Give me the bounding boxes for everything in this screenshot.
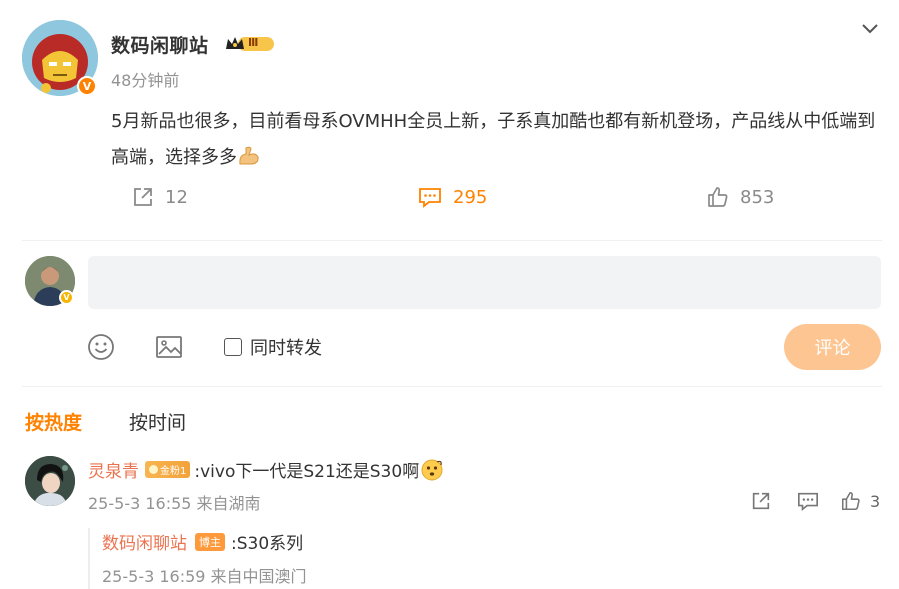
- author-badge: 博主: [195, 532, 225, 551]
- divider: [22, 240, 882, 241]
- smiley-icon[interactable]: [87, 333, 115, 361]
- repost-toggle[interactable]: 同时转发: [224, 334, 322, 360]
- reply-text: :S30系列: [231, 534, 304, 554]
- post-text: 5月新品也很多，目前看母系OVMHH全员上新，子系真加酷也都有新机登场，产品线从…: [111, 104, 881, 176]
- post-time[interactable]: 48分钟前: [111, 67, 179, 91]
- comment-icon: [419, 188, 441, 208]
- comment-input[interactable]: [88, 256, 881, 309]
- tab-sort-time[interactable]: 按时间: [129, 408, 186, 435]
- fan-badge[interactable]: 金粉1: [145, 461, 191, 478]
- image-icon[interactable]: [155, 333, 183, 361]
- repost-count: 12: [165, 186, 188, 208]
- verified-badge: V: [59, 290, 74, 305]
- comment-reply-button[interactable]: [796, 490, 820, 512]
- divider: [22, 386, 882, 387]
- thinking-emoji: [421, 459, 443, 481]
- flexed-biceps-emoji: [237, 144, 261, 166]
- comment-like-button[interactable]: 3: [840, 490, 880, 512]
- share-icon: [134, 188, 152, 206]
- chevron-down-icon[interactable]: [858, 16, 882, 40]
- like-button[interactable]: 853: [706, 185, 774, 209]
- repost-checkbox[interactable]: [224, 338, 242, 356]
- reply-username[interactable]: 数码闲聊站: [102, 529, 187, 554]
- reply-line: 数码闲聊站 博主 :S30系列: [102, 529, 303, 554]
- comment-repost-button[interactable]: [750, 490, 772, 512]
- author-name[interactable]: 数码闲聊站: [111, 31, 209, 58]
- thumbs-up-icon: [841, 491, 860, 511]
- post-body: 5月新品也很多，目前看母系OVMHH全员上新，子系真加酷也都有新机登场，产品线从…: [111, 111, 876, 168]
- repost-toggle-label: 同时转发: [250, 338, 322, 359]
- reply-thread-line: [88, 528, 90, 589]
- like-count: 853: [740, 186, 775, 208]
- comment-like-count: 3: [870, 491, 881, 511]
- comment-icon: [798, 492, 818, 511]
- commenter-avatar[interactable]: [25, 456, 75, 506]
- thumbs-up-icon: [708, 187, 728, 207]
- rank-level: Ⅲ: [248, 36, 259, 49]
- rank-badge[interactable]: Ⅲ: [224, 34, 276, 54]
- share-icon: [752, 492, 770, 510]
- submit-comment-button[interactable]: 评论: [784, 324, 881, 370]
- comment-username[interactable]: 灵泉青: [88, 457, 139, 482]
- comment-line: 灵泉青 金粉1 :vivo下一代是S21还是S30啊: [88, 457, 443, 482]
- comment-meta: 25-5-3 16:55 来自湖南: [88, 494, 261, 513]
- repost-button[interactable]: 12: [131, 185, 188, 209]
- comment-button[interactable]: 295: [417, 185, 487, 209]
- reply-meta: 25-5-3 16:59 来自中国澳门: [102, 567, 307, 586]
- tab-sort-hot[interactable]: 按热度: [25, 408, 82, 435]
- comment-text: :vivo下一代是S21还是S30啊: [194, 462, 420, 482]
- fan-badge-label: 金粉1: [160, 466, 187, 477]
- verified-badge: V: [77, 76, 97, 96]
- comment-count: 295: [453, 186, 488, 208]
